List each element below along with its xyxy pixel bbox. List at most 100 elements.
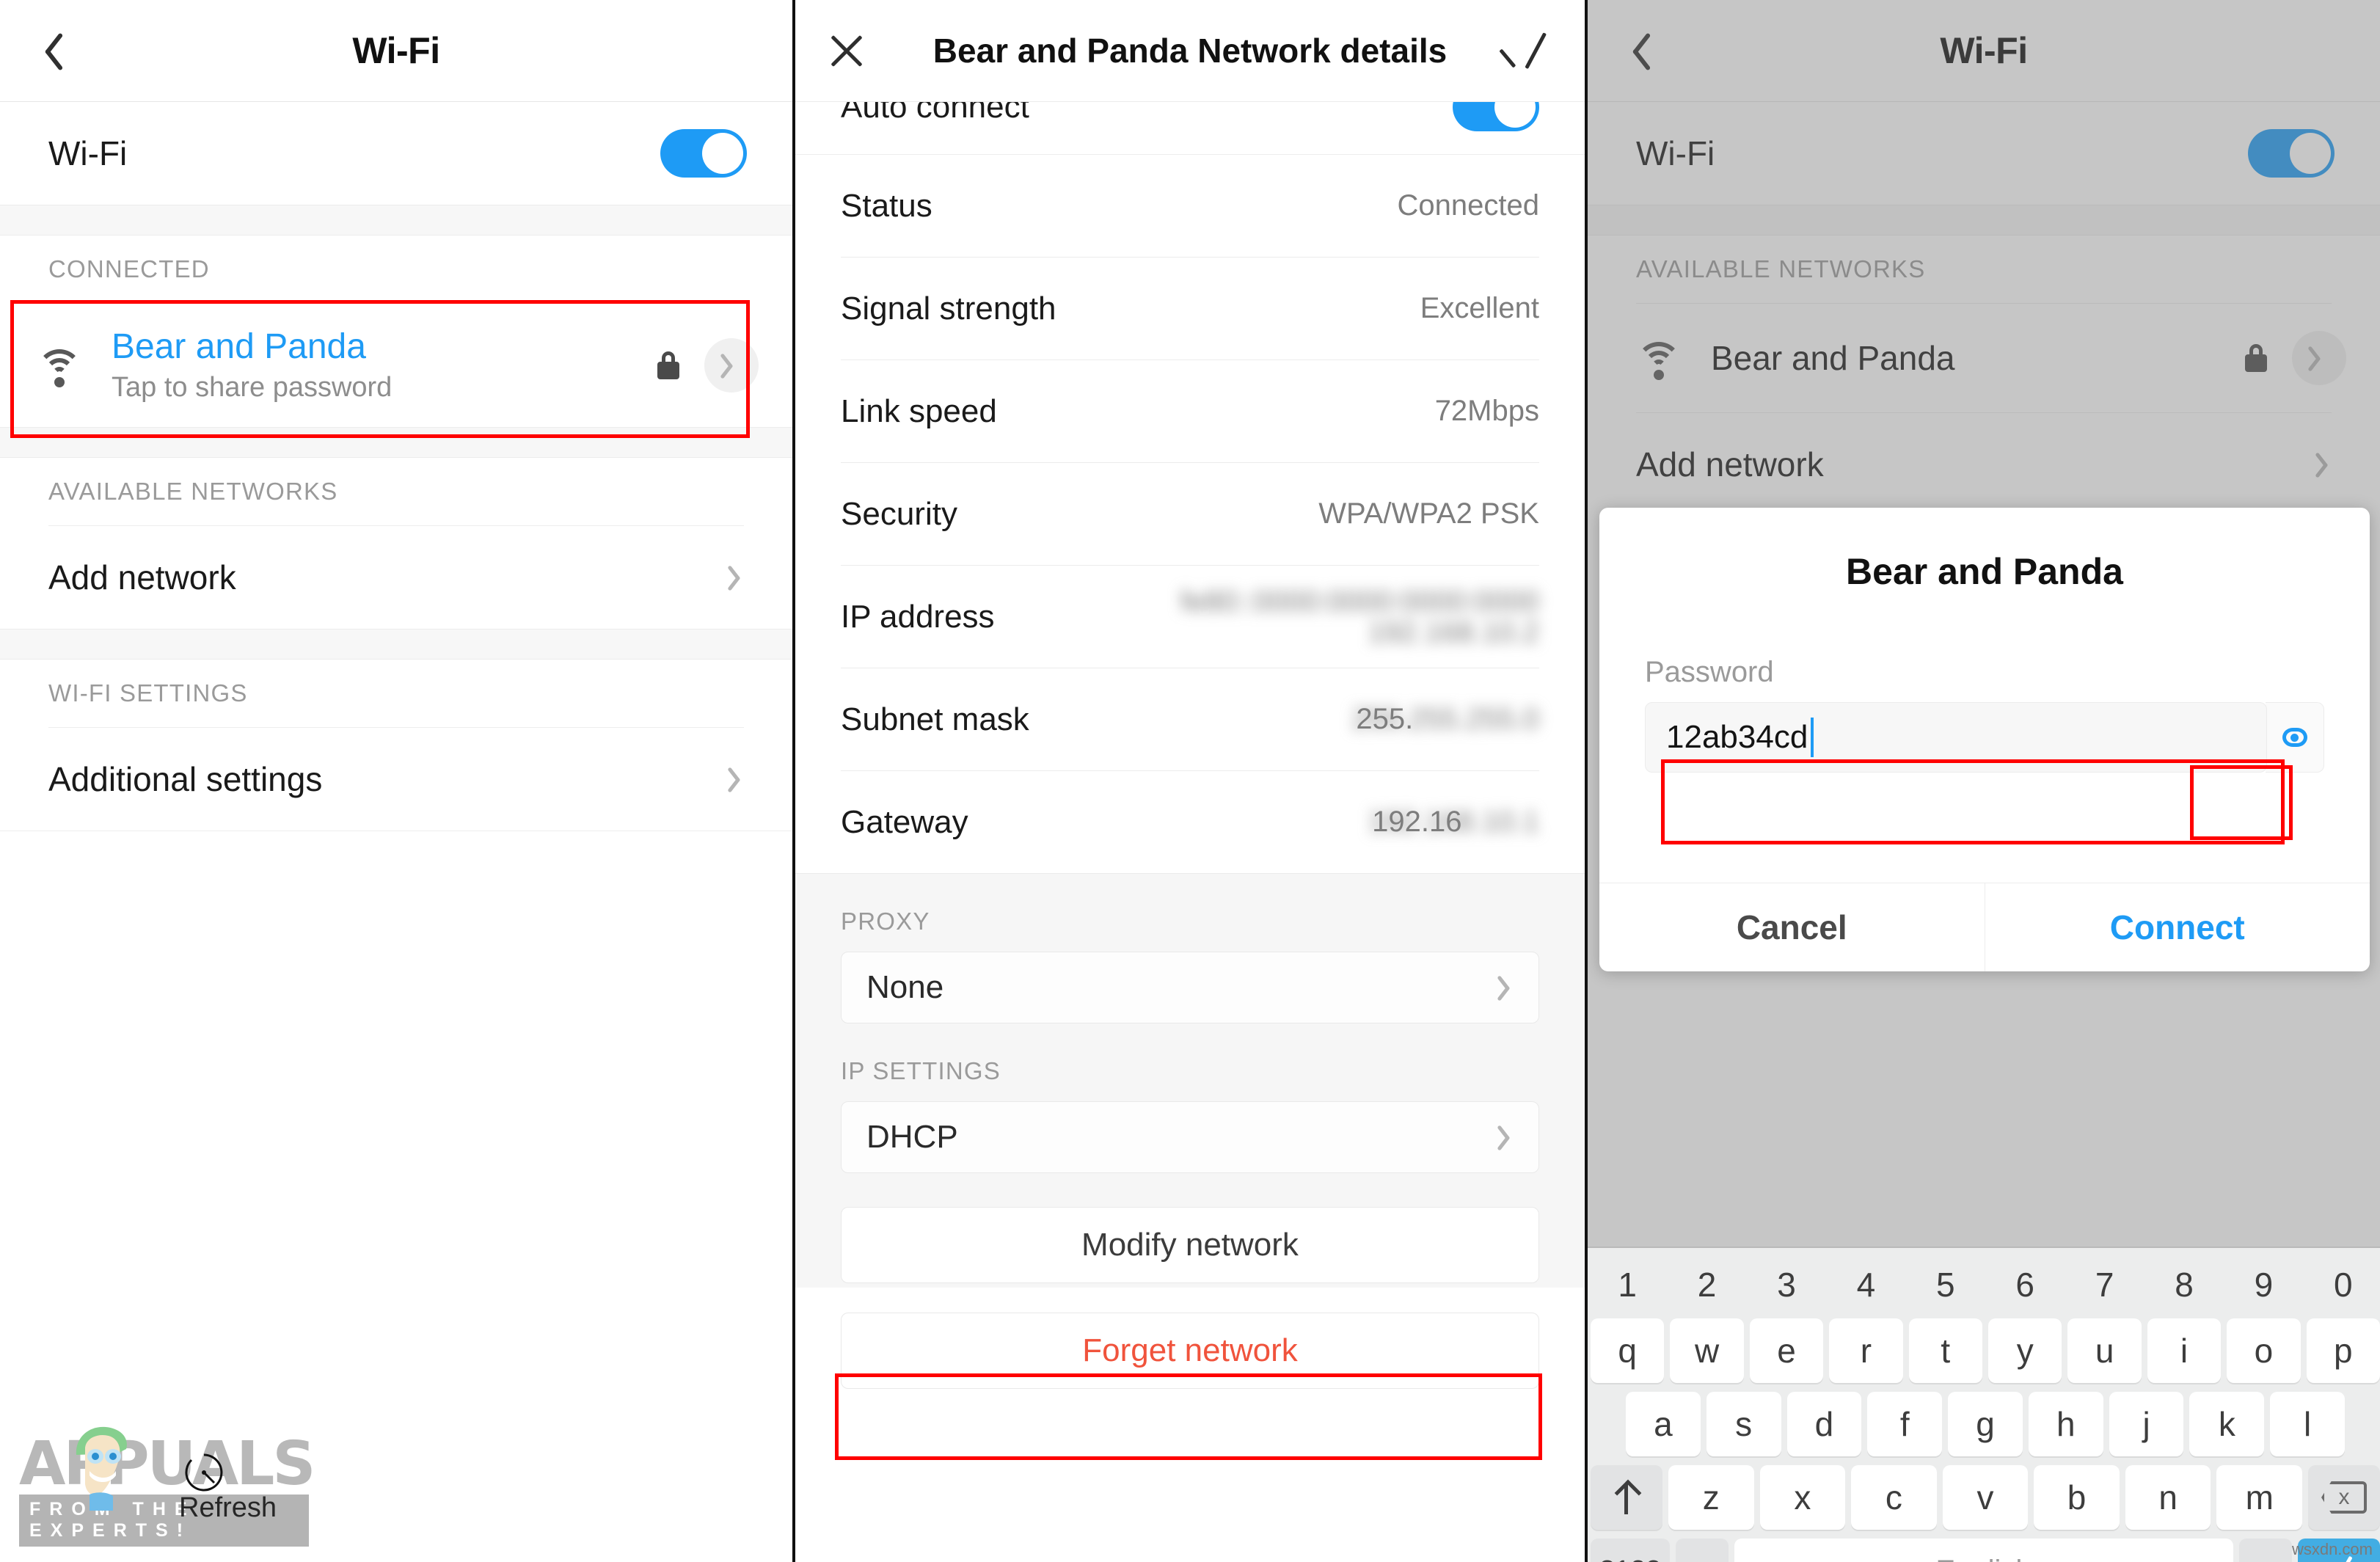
symbols-key[interactable]: ?123 — [1591, 1539, 1670, 1562]
show-password-button[interactable] — [2266, 702, 2324, 773]
lock-icon — [657, 351, 679, 379]
key-w[interactable]: w — [1670, 1318, 1744, 1383]
panel2-lower-section: PROXY None IP SETTINGS DHCP Modify netwo… — [795, 873, 1585, 1389]
chevron-right-icon — [1500, 973, 1516, 1002]
site-watermark: wsxdn.com — [2291, 1540, 2373, 1558]
detail-row-gateway: Gateway 192.16 192.168.10.1 — [795, 771, 1585, 873]
password-input[interactable]: 12ab34cd — [1645, 702, 2267, 773]
backspace-key[interactable]: x — [2308, 1465, 2380, 1530]
forget-network-button[interactable]: Forget network — [841, 1313, 1539, 1389]
dialog-title: Bear and Panda — [1846, 551, 2123, 592]
key-k[interactable]: k — [2189, 1392, 2265, 1456]
password-label: Password — [1645, 656, 1774, 688]
key-num-4[interactable]: 4 — [1829, 1265, 1902, 1304]
chevron-right-icon — [723, 351, 740, 380]
ip-settings-select[interactable]: DHCP — [841, 1101, 1539, 1173]
network-name: Bear and Panda — [1711, 339, 1955, 377]
key-num-9[interactable]: 9 — [2227, 1265, 2300, 1304]
shift-arrow-up-icon — [1614, 1481, 1639, 1514]
cancel-button[interactable]: Cancel — [1599, 883, 1985, 971]
add-network-row[interactable]: Add network — [0, 526, 792, 629]
auto-connect-label: Auto connect — [841, 101, 1029, 125]
key-u[interactable]: u — [2067, 1318, 2142, 1383]
key-num-6[interactable]: 6 — [1988, 1265, 2062, 1304]
key-i[interactable]: i — [2147, 1318, 2222, 1383]
network-row-bear-and-panda[interactable]: Bear and Panda — [1588, 304, 2380, 412]
auto-connect-toggle[interactable] — [1453, 102, 1539, 131]
auto-connect-row[interactable]: Auto connect — [795, 101, 1585, 154]
key-num-2[interactable]: 2 — [1670, 1265, 1743, 1304]
panel3-background: Wi-Fi Wi-Fi AVAILABLE NETWORKS Bear and … — [1588, 0, 2380, 516]
key-q[interactable]: q — [1590, 1318, 1665, 1383]
key-s[interactable]: s — [1706, 1392, 1781, 1456]
key-d[interactable]: d — [1786, 1392, 1862, 1456]
detail-key: IP address — [841, 598, 995, 635]
wifi-toggle-switch[interactable] — [2248, 129, 2335, 178]
space-key[interactable]: English — [1734, 1539, 2233, 1562]
panel-network-details: Bear and Panda Network details Auto conn… — [792, 0, 1585, 1562]
key-j[interactable]: j — [2109, 1392, 2184, 1456]
key-num-0[interactable]: 0 — [2307, 1265, 2380, 1304]
period-key[interactable]: . — [2239, 1539, 2292, 1562]
key-l[interactable]: l — [2270, 1392, 2346, 1456]
key-h[interactable]: h — [2028, 1392, 2103, 1456]
key-n[interactable]: n — [2125, 1465, 2211, 1530]
panel-password-dialog: Wi-Fi Wi-Fi AVAILABLE NETWORKS Bear and … — [1585, 0, 2380, 1562]
wifi-toggle-row[interactable]: Wi-Fi — [1588, 102, 2380, 205]
shift-key[interactable] — [1590, 1465, 1662, 1530]
key-t[interactable]: t — [1908, 1318, 1982, 1383]
section-gap — [1588, 205, 2380, 236]
key-num-8[interactable]: 8 — [2147, 1265, 2221, 1304]
key-b[interactable]: b — [2034, 1465, 2120, 1530]
key-m[interactable]: m — [2216, 1465, 2303, 1530]
comma-key[interactable]: , — [1676, 1539, 1729, 1562]
proxy-select[interactable]: None — [841, 952, 1539, 1023]
proxy-value: None — [866, 969, 944, 1005]
detail-row-signal-strength: Signal strength Excellent — [795, 258, 1585, 360]
key-num-5[interactable]: 5 — [1909, 1265, 1982, 1304]
key-num-7[interactable]: 7 — [2067, 1265, 2141, 1304]
key-f[interactable]: f — [1867, 1392, 1943, 1456]
key-e[interactable]: e — [1749, 1318, 1824, 1383]
key-r[interactable]: r — [1829, 1318, 1903, 1383]
page-title: Wi-Fi — [352, 30, 440, 71]
detail-value: Connected — [1397, 189, 1539, 222]
key-p[interactable]: p — [2306, 1318, 2380, 1383]
wifi-toggle-label: Wi-Fi — [48, 134, 128, 172]
add-network-row[interactable]: Add network — [1588, 413, 2380, 516]
chevron-right-icon — [731, 563, 747, 592]
wifi-toggle-row[interactable]: Wi-Fi — [0, 102, 792, 205]
connected-network-row[interactable]: Bear and Panda Tap to share password — [0, 304, 792, 427]
refresh-icon — [185, 1453, 223, 1492]
key-g[interactable]: g — [1948, 1392, 2023, 1456]
key-x[interactable]: x — [1759, 1465, 1846, 1530]
page-title: Wi-Fi — [1940, 30, 2028, 71]
password-dialog: Bear and Panda Password 12ab34cd Cancel … — [1599, 508, 2370, 971]
network-details-button[interactable] — [2292, 331, 2346, 385]
modify-network-label: Modify network — [1081, 1227, 1299, 1263]
wifi-toggle-switch[interactable] — [660, 129, 747, 178]
detail-key: Status — [841, 187, 932, 224]
key-num-3[interactable]: 3 — [1750, 1265, 1823, 1304]
network-details-button[interactable] — [704, 338, 759, 393]
section-header-available: AVAILABLE NETWORKS — [0, 458, 792, 525]
detail-value-redacted: 255.255.255.0 — [1351, 703, 1539, 735]
key-y[interactable]: y — [1988, 1318, 2062, 1383]
key-num-1[interactable]: 1 — [1591, 1265, 1664, 1304]
key-a[interactable]: a — [1625, 1392, 1701, 1456]
connect-button[interactable]: Connect — [1985, 883, 2370, 971]
chevron-right-icon — [2318, 450, 2335, 479]
refresh-label: Refresh — [179, 1492, 277, 1523]
key-v[interactable]: v — [1942, 1465, 2029, 1530]
chevron-right-icon — [731, 764, 747, 794]
panel2-appbar: Bear and Panda Network details — [795, 0, 1585, 101]
chevron-right-icon — [1500, 1123, 1516, 1152]
key-o[interactable]: o — [2227, 1318, 2301, 1383]
detail-value: Excellent — [1420, 292, 1539, 324]
key-c[interactable]: c — [1851, 1465, 1937, 1530]
on-screen-keyboard: 1234567890 qwertyuiop asdfghjkl zxcvbnm … — [1588, 1247, 2380, 1562]
check-icon[interactable] — [1510, 30, 1552, 71]
additional-settings-row[interactable]: Additional settings — [0, 728, 792, 831]
key-z[interactable]: z — [1668, 1465, 1754, 1530]
modify-network-button[interactable]: Modify network — [841, 1207, 1539, 1283]
